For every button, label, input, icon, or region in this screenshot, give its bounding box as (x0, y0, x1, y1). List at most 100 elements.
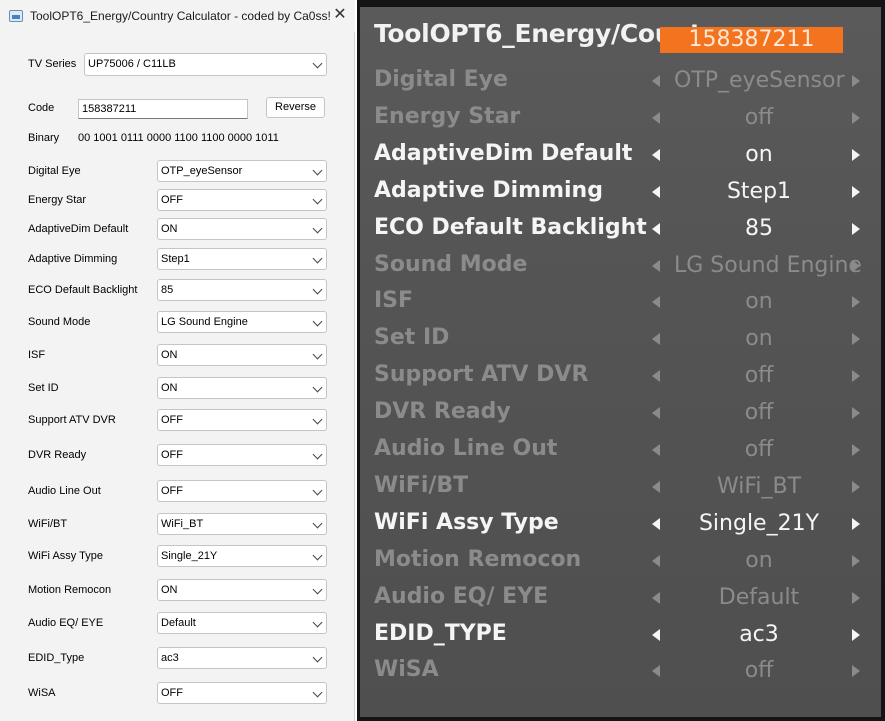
calculator-window: ToolOPT6_Energy/Country Calculator - cod… (0, 0, 355, 721)
tv-menu-item-value: on (745, 547, 773, 573)
tv-menu-item-name: AdaptiveDim Default (374, 140, 633, 166)
left-arrow-icon (652, 591, 660, 604)
right-arrow-icon (852, 665, 860, 678)
right-arrow-icon (852, 259, 860, 272)
tv-menu-item-name: WiFi Assy Type (374, 509, 559, 535)
chevron-down-icon (312, 165, 323, 176)
left-arrow-icon (652, 148, 660, 161)
option-dropdown-audio-line-out[interactable]: OFF (157, 480, 327, 502)
option-value: LG Sound Engine (161, 316, 248, 328)
option-value: OFF (161, 485, 183, 497)
option-label-motion-remocon: Motion Remocon (28, 584, 112, 596)
option-label-wifi-assy-type: WiFi Assy Type (28, 550, 103, 562)
chevron-down-icon (312, 316, 323, 327)
tv-menu-item-name: Audio Line Out (374, 436, 558, 461)
tv-menu-item-value: WiFi_BT (716, 473, 802, 499)
option-dropdown-audio-eq-eye[interactable]: Default (157, 612, 327, 634)
option-value: Single_21Y (161, 550, 218, 562)
close-button[interactable]: ✕ (325, 0, 355, 30)
chevron-down-icon (312, 414, 323, 425)
left-arrow-icon (652, 185, 660, 198)
option-dropdown-energy-star[interactable]: OFF (157, 189, 327, 211)
right-arrow-icon (852, 554, 860, 567)
chevron-down-icon (312, 284, 323, 295)
chevron-down-icon (312, 687, 323, 698)
option-label-audio-eq-eye: Audio EQ/ EYE (28, 617, 104, 629)
tv-menu-row-adaptivedim-default: AdaptiveDim Default on (374, 141, 874, 171)
code-input[interactable]: 158387211 (78, 99, 248, 119)
tv-series-dropdown[interactable]: UP75006 / C11LB (84, 53, 327, 76)
option-value: OFF (161, 449, 183, 461)
tv-screen-photo: ToolOPT6_Energy/Country 158387211 Digita… (357, 0, 885, 721)
right-arrow-icon (852, 333, 860, 346)
left-arrow-icon (652, 259, 660, 272)
option-dropdown-set-id[interactable]: ON (157, 377, 327, 399)
option-dropdown-eco-default-backlight[interactable]: 85 (157, 279, 327, 301)
chevron-down-icon (312, 349, 323, 360)
option-dropdown-adaptivedim-default[interactable]: ON (157, 218, 327, 240)
option-value: OFF (161, 414, 183, 426)
option-value: OFF (161, 194, 183, 206)
option-label-digital-eye: Digital Eye (28, 165, 81, 177)
option-dropdown-edid-type[interactable]: ac3 (157, 647, 327, 669)
left-arrow-icon (652, 296, 660, 309)
option-label-eco-default-backlight: ECO Default Backlight (28, 284, 138, 296)
left-arrow-icon (652, 111, 660, 124)
option-label-dvr-ready: DVR Ready (28, 449, 87, 461)
left-arrow-icon (652, 554, 660, 567)
option-dropdown-sound-mode[interactable]: LG Sound Engine (157, 311, 327, 333)
tv-menu-item-name: Motion Remocon (374, 546, 582, 572)
binary-label: Binary (28, 132, 60, 144)
tv-menu-item-name: ECO Default Backlight (374, 214, 647, 240)
option-dropdown-wifi-bt[interactable]: WiFi_BT (157, 513, 327, 535)
right-arrow-icon (852, 111, 860, 124)
right-arrow-icon (852, 591, 860, 604)
tv-menu-row-set-id: Set ID on (374, 325, 874, 355)
option-label-energy-star: Energy Star (28, 194, 87, 206)
tv-menu-item-name: ISF (374, 288, 414, 314)
option-dropdown-support-atv-dvr[interactable]: OFF (157, 409, 327, 431)
tv-series-value: UP75006 / C11LB (88, 58, 176, 70)
chevron-down-icon (312, 584, 323, 595)
right-arrow-icon (852, 148, 860, 161)
option-dropdown-digital-eye[interactable]: OTP_eyeSensor (157, 160, 327, 182)
option-value: OFF (161, 687, 183, 699)
tv-menu-item-value: off (744, 363, 774, 389)
option-value: Step1 (161, 253, 190, 265)
tv-menu-item-name: Set ID (374, 325, 450, 351)
chevron-down-icon (312, 449, 323, 460)
right-arrow-icon (852, 444, 860, 456)
tv-menu-row-dvr-ready: DVR Ready off (374, 399, 874, 429)
tv-menu-row-wifi-assy-type: WiFi Assy Type Single_21Y (374, 510, 874, 540)
tv-menu-item-value: off (744, 658, 774, 684)
option-dropdown-isf[interactable]: ON (157, 344, 327, 366)
tv-menu-item-name: Energy Star (374, 103, 521, 129)
tv-menu-row-digital-eye: Digital Eye OTP_eyeSensor (374, 67, 874, 97)
option-dropdown-dvr-ready[interactable]: OFF (157, 444, 327, 466)
option-dropdown-motion-remocon[interactable]: ON (157, 579, 327, 601)
chevron-down-icon (312, 617, 323, 628)
tv-menu-row-sound-mode: Sound Mode LG Sound Engine (374, 252, 874, 282)
option-label-sound-mode: Sound Mode (28, 316, 91, 328)
left-arrow-icon (652, 370, 660, 383)
option-dropdown-adaptive-dimming[interactable]: Step1 (157, 248, 327, 270)
tv-menu-item-value: off (744, 400, 774, 426)
option-value: 85 (161, 284, 174, 296)
option-dropdown-wisa[interactable]: OFF (157, 682, 327, 704)
option-value: ON (161, 223, 178, 235)
option-value: Default (161, 617, 196, 629)
left-arrow-icon (652, 333, 660, 346)
left-arrow-icon (652, 628, 660, 641)
option-dropdown-wifi-assy-type[interactable]: Single_21Y (157, 545, 327, 567)
tv-menu-item-value: on (745, 141, 773, 167)
window-title: ToolOPT6_Energy/Country Calculator - cod… (30, 9, 331, 23)
option-value: WiFi_BT (161, 518, 204, 530)
chevron-down-icon (312, 485, 323, 496)
left-arrow-icon (652, 665, 660, 678)
reverse-button[interactable]: Reverse (266, 97, 325, 118)
chevron-down-icon (312, 58, 323, 69)
tv-series-label: TV Series (28, 58, 77, 70)
option-value: ON (161, 349, 178, 361)
option-label-edid-type: EDID_Type (28, 652, 85, 664)
tv-menu-item-value: off (744, 437, 774, 462)
